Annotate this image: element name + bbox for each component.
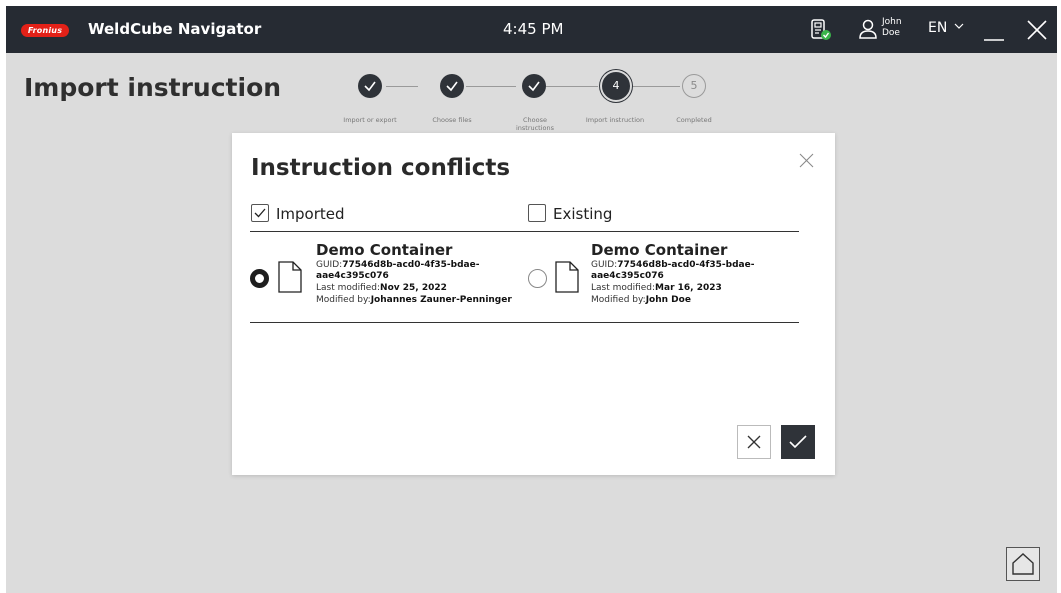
device-status-icon[interactable] [810, 19, 832, 41]
chevron-down-icon[interactable] [954, 21, 964, 31]
imported-guid-cont: aae4c395c076 [316, 271, 389, 282]
check-icon [789, 435, 807, 449]
step-label: Import or export [343, 116, 397, 124]
imported-name: Demo Container [316, 241, 453, 259]
modified-value: Mar 16, 2023 [655, 283, 722, 293]
imported-radio[interactable] [250, 269, 269, 288]
check-icon [364, 81, 376, 92]
modified-label: Last modified: [591, 283, 656, 293]
user-first-name: John [882, 17, 902, 27]
guid-value-cont: aae4c395c076 [591, 271, 664, 281]
step-connector [386, 86, 418, 87]
user-last-name: Doe [882, 28, 900, 38]
guid-value: 77546d8b-acd0-4f35-bdae- [342, 260, 480, 270]
file-icon [555, 261, 579, 293]
step-2-done [440, 74, 464, 98]
existing-column-label: Existing [553, 205, 613, 223]
close-icon[interactable] [1026, 19, 1048, 41]
modified-by-value: Johannes Zauner-Penninger [370, 295, 512, 305]
step-3-done [522, 74, 546, 98]
check-icon [446, 81, 458, 92]
modified-label: Last modified: [316, 283, 381, 293]
home-icon [1012, 553, 1034, 575]
divider [250, 322, 799, 323]
existing-guid: GUID:77546d8b-acd0-4f35-bdae- [591, 260, 754, 271]
step-1-done [358, 74, 382, 98]
confirm-button[interactable] [781, 425, 815, 459]
clock: 4:45 PM [503, 20, 564, 38]
close-icon [747, 435, 761, 449]
step-label: Choose instructions [515, 116, 555, 132]
instruction-conflicts-dialog: Instruction conflicts Imported Existing … [232, 133, 835, 475]
imported-guid: GUID:77546d8b-acd0-4f35-bdae- [316, 260, 479, 271]
divider [250, 231, 799, 232]
app-window: Fronius WeldCube Navigator 4:45 PM John … [6, 6, 1057, 593]
existing-checkbox[interactable] [528, 204, 546, 222]
existing-name: Demo Container [591, 241, 728, 259]
modified-by-label: Modified by: [316, 295, 371, 305]
modified-by-value: John Doe [645, 295, 691, 305]
minimize-icon[interactable] [983, 22, 1005, 42]
step-connector [630, 86, 680, 87]
language-selector[interactable]: EN [928, 20, 947, 36]
step-label: Choose files [432, 116, 472, 124]
app-title: WeldCube Navigator [88, 20, 262, 38]
imported-checkbox[interactable] [251, 204, 269, 222]
guid-label: GUID: [591, 260, 618, 270]
guid-value-cont: aae4c395c076 [316, 271, 389, 281]
step-connector [546, 86, 598, 87]
modified-by-label: Modified by: [591, 295, 646, 305]
existing-modified-by: Modified by:John Doe [591, 295, 691, 306]
step-number: 5 [690, 79, 698, 92]
imported-column-label: Imported [276, 205, 345, 223]
home-button[interactable] [1006, 547, 1040, 581]
guid-label: GUID: [316, 260, 343, 270]
top-bar: Fronius WeldCube Navigator 4:45 PM John … [6, 6, 1057, 53]
page-title: Import instruction [24, 73, 282, 102]
user-icon[interactable] [858, 19, 878, 39]
step-label: Completed [676, 116, 712, 124]
check-icon [254, 208, 266, 218]
cancel-button[interactable] [737, 425, 771, 459]
step-label: Import instruction [585, 116, 645, 124]
guid-value: 77546d8b-acd0-4f35-bdae- [617, 260, 755, 270]
existing-modified: Last modified:Mar 16, 2023 [591, 283, 722, 294]
close-icon[interactable] [799, 153, 814, 168]
existing-radio[interactable] [528, 269, 547, 288]
step-number: 4 [612, 79, 620, 92]
existing-guid-cont: aae4c395c076 [591, 271, 664, 282]
step-5-todo: 5 [682, 74, 706, 98]
step-4-active: 4 [602, 72, 630, 100]
file-icon [278, 261, 302, 293]
modified-value: Nov 25, 2022 [380, 283, 447, 293]
step-connector [466, 86, 516, 87]
dialog-title: Instruction conflicts [251, 155, 511, 181]
imported-modified-by: Modified by:Johannes Zauner-Penninger [316, 295, 512, 306]
user-name[interactable]: John Doe [882, 17, 902, 39]
imported-modified: Last modified:Nov 25, 2022 [316, 283, 447, 294]
fronius-logo: Fronius [21, 24, 69, 37]
check-icon [528, 81, 540, 92]
